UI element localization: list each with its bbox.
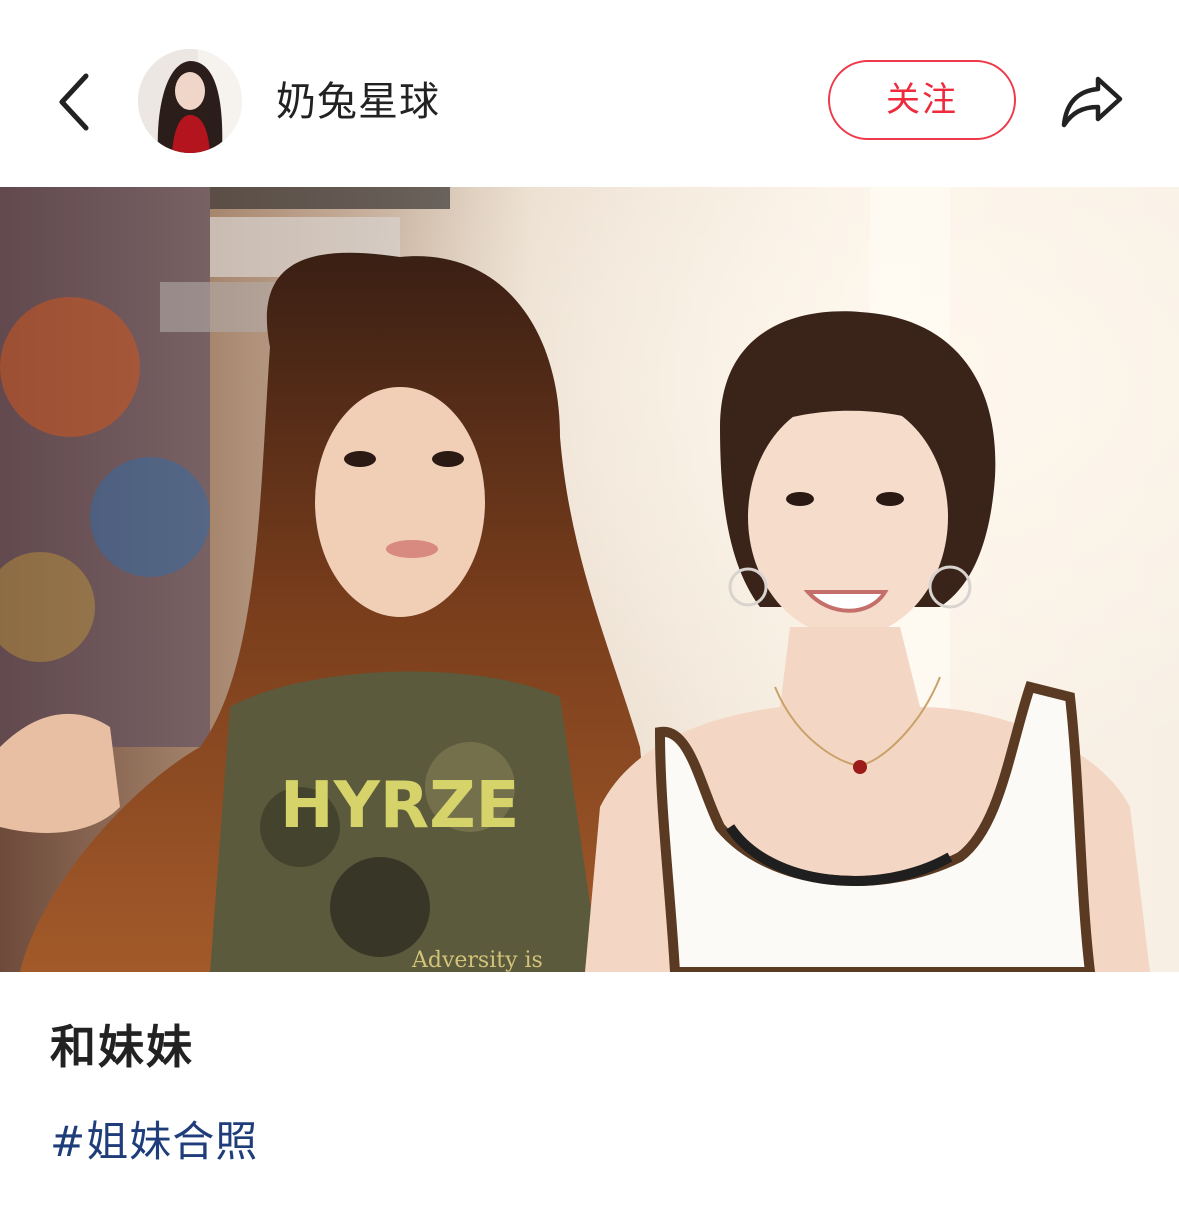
follow-button[interactable]: 关注 (828, 60, 1016, 140)
avatar[interactable] (138, 49, 242, 153)
share-arrow-icon (1061, 76, 1123, 128)
hashtag-link[interactable]: #姐妹合照 (50, 1110, 258, 1174)
post-photo[interactable]: HYRZE Adversity is (0, 187, 1179, 972)
username[interactable]: 奶兔星球 (276, 72, 440, 132)
avatar-image (138, 49, 242, 153)
post-title: 和妹妹 (50, 1020, 194, 1074)
chevron-left-icon (59, 73, 89, 131)
share-button[interactable] (1054, 66, 1130, 136)
shirt-print: HYRZE (280, 769, 519, 843)
back-button[interactable] (44, 60, 104, 144)
photo-image: HYRZE Adversity is (0, 187, 1179, 972)
shirt-slogan: Adversity is (411, 948, 543, 972)
top-bar: 奶兔星球 关注 (0, 0, 1179, 187)
